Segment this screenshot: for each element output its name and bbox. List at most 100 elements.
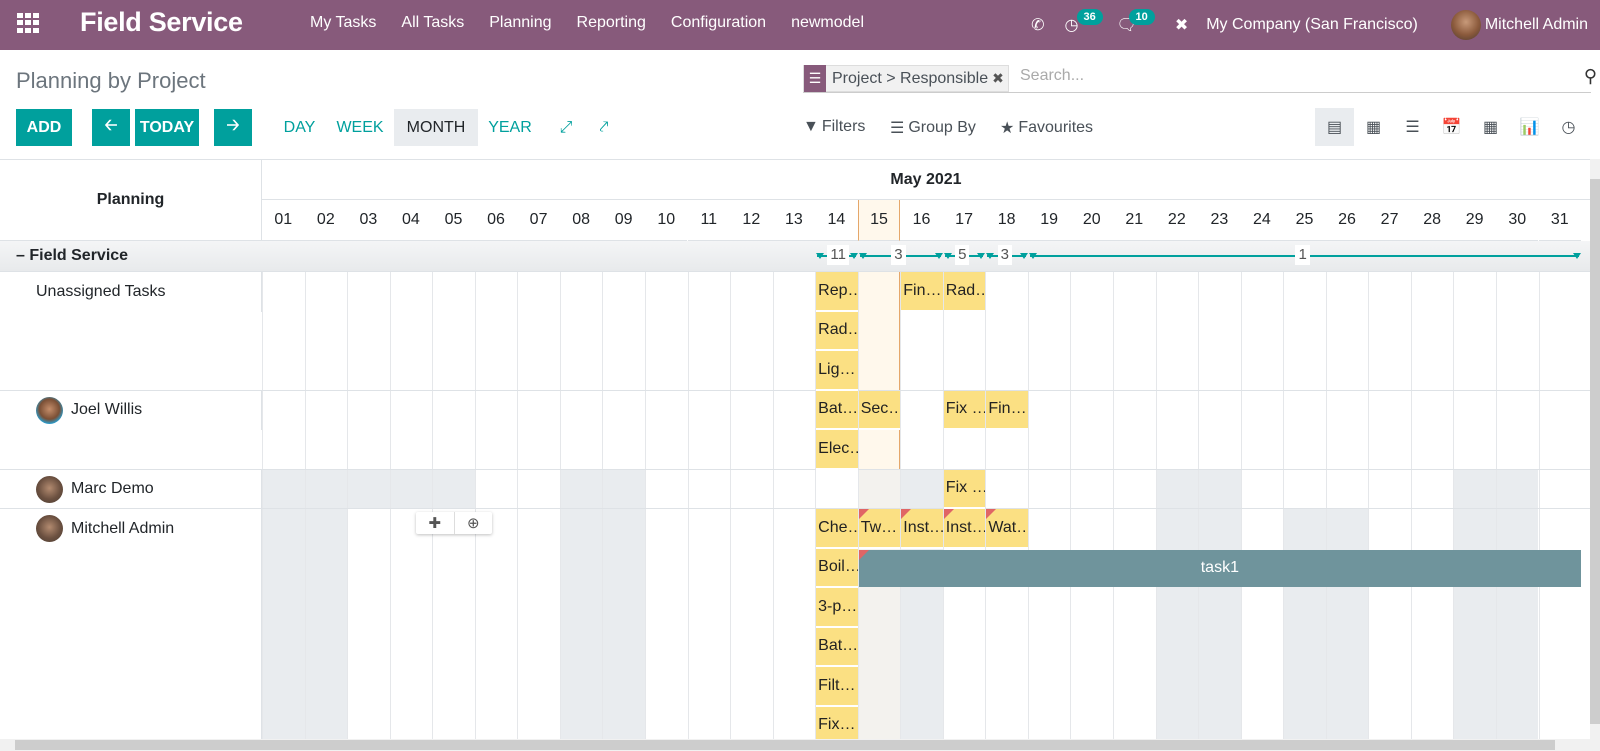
task-pill[interactable]: Sec…: [858, 390, 901, 430]
task-pill[interactable]: Bat…: [816, 627, 858, 667]
filters-button[interactable]: ▼ Filters: [803, 118, 865, 136]
day-header-08: 08: [559, 200, 603, 241]
menu-planning[interactable]: Planning: [489, 14, 551, 32]
unavailable-cell: [262, 469, 305, 509]
grid-line: [687, 272, 689, 739]
task-pill[interactable]: Fin…: [986, 390, 1028, 430]
company-switcher[interactable]: My Company (San Francisco): [1206, 16, 1418, 34]
unavailable-cell: [389, 469, 433, 509]
next-button[interactable]: 🡢: [214, 109, 252, 146]
task-pill[interactable]: Fix …: [943, 469, 986, 509]
previous-button[interactable]: 🡠: [92, 109, 130, 146]
search-icon[interactable]: ⚲: [1584, 66, 1597, 87]
unavailable-cell: [900, 469, 943, 509]
task-pill[interactable]: Rad…: [816, 311, 858, 351]
day-header-03: 03: [347, 200, 390, 241]
grid-line: [985, 272, 987, 739]
collapse-rows-icon[interactable]: ⤤: [592, 109, 616, 146]
menu-my-tasks[interactable]: My Tasks: [310, 14, 376, 32]
task-pill[interactable]: 3-p…: [816, 588, 858, 628]
task-pill[interactable]: Bat…: [816, 390, 858, 430]
horizontal-scrollbar[interactable]: [0, 739, 1590, 751]
task-pill[interactable]: Rad…: [943, 272, 986, 312]
grid-line: [1538, 272, 1540, 739]
task-pill[interactable]: Fin…: [901, 272, 943, 312]
search-input[interactable]: Search...: [1020, 67, 1084, 85]
menu-reporting[interactable]: Reporting: [577, 14, 646, 32]
user-menu[interactable]: Mitchell Admin: [1485, 16, 1588, 34]
app-menu-icon[interactable]: [17, 13, 39, 33]
group-count-label: 5: [955, 245, 970, 265]
group-by-button[interactable]: ☰ Group By: [890, 118, 976, 138]
task-pill[interactable]: Elec…: [816, 430, 858, 470]
scale-year[interactable]: YEAR: [484, 109, 536, 146]
grid-line: [1495, 272, 1497, 739]
pivot-view-icon[interactable]: ▦: [1471, 108, 1510, 146]
kanban-view-icon[interactable]: ▦: [1354, 108, 1393, 146]
add-button[interactable]: ADD: [16, 109, 72, 146]
day-header-26: 26: [1325, 200, 1369, 241]
day-header-06: 06: [474, 200, 518, 241]
pill-end-marker: [934, 253, 943, 259]
unavailable-cell: [1453, 469, 1496, 509]
avatar: [36, 475, 63, 503]
add-task-icon[interactable]: ✚: [416, 512, 455, 534]
task-pill[interactable]: Lig…: [816, 351, 858, 391]
task-pill[interactable]: Rep…: [816, 272, 858, 312]
day-header-05: 05: [432, 200, 475, 241]
expand-rows-icon[interactable]: ⤢: [554, 109, 578, 146]
calendar-view-icon[interactable]: 📅: [1432, 108, 1471, 146]
grid-line: [1027, 272, 1029, 739]
unavailable-cell: [304, 509, 348, 739]
month-header: May 2021: [262, 160, 1590, 200]
task-pill[interactable]: Fix…: [816, 706, 858, 739]
overdue-marker: [901, 509, 912, 519]
messages-icon[interactable]: 🗨 10: [1117, 9, 1155, 35]
group-label[interactable]: – Field Service: [16, 247, 128, 265]
today-button[interactable]: TODAY: [135, 109, 199, 146]
activity-clock-icon[interactable]: ◷ 36: [1065, 9, 1103, 35]
grid-line: [1070, 272, 1072, 739]
day-header-30: 30: [1495, 200, 1539, 241]
task-pill[interactable]: Boil…: [816, 548, 858, 588]
user-avatar[interactable]: [1450, 10, 1481, 40]
task-pill[interactable]: Wat…: [986, 509, 1028, 549]
day-header-18: 18: [985, 200, 1028, 241]
unavailable-cell: [559, 509, 603, 739]
task-pill[interactable]: Che…: [816, 509, 858, 549]
group-by-icon: ☰: [804, 65, 826, 92]
row-mitchell-admin: Mitchell Admin: [0, 509, 262, 549]
vertical-scrollbar[interactable]: [1590, 159, 1600, 751]
grid-line: [1198, 272, 1200, 739]
activity-view-icon[interactable]: ◷: [1549, 108, 1588, 146]
unavailable-cell: [1198, 509, 1241, 739]
list-view-icon[interactable]: ☰: [1393, 108, 1432, 146]
task-pill[interactable]: Inst…: [901, 509, 943, 549]
day-header-13: 13: [772, 200, 816, 241]
menu-newmodel[interactable]: newmodel: [791, 14, 864, 32]
zoom-in-icon[interactable]: ⊕: [455, 512, 493, 534]
menu-all-tasks[interactable]: All Tasks: [401, 14, 464, 32]
day-header-10: 10: [644, 200, 688, 241]
row-name: Mitchell Admin: [71, 519, 175, 537]
grid-line: [304, 272, 306, 739]
task-bar-task1[interactable]: task1: [858, 549, 1582, 587]
app-title[interactable]: Field Service: [80, 7, 243, 38]
gantt-view-icon[interactable]: ▤: [1315, 108, 1354, 146]
phone-icon[interactable]: ✆: [1031, 15, 1044, 35]
tools-icon[interactable]: ✖: [1175, 15, 1188, 35]
task-pill[interactable]: Filt…: [816, 667, 858, 707]
task-pill[interactable]: Tw…: [858, 509, 901, 549]
task-pill[interactable]: Fix …: [943, 390, 986, 430]
favourites-button[interactable]: ★ Favourites: [1000, 118, 1093, 138]
gantt-view: Planning May 2021 01 02 03 04 05 06 07 08 09 10 11…: [0, 159, 1590, 739]
graph-view-icon[interactable]: 📊: [1510, 108, 1549, 146]
group-row-field-service[interactable]: – Field Service 11 3 5 3 1: [0, 241, 1590, 272]
scale-month[interactable]: MONTH: [394, 109, 478, 146]
unavailable-cell: [1495, 469, 1539, 509]
task-pill[interactable]: Inst…: [943, 509, 986, 549]
scale-day[interactable]: DAY: [277, 109, 322, 146]
menu-configuration[interactable]: Configuration: [671, 14, 766, 32]
scale-week[interactable]: WEEK: [332, 109, 388, 146]
remove-facet-icon[interactable]: ✖: [992, 70, 1008, 87]
